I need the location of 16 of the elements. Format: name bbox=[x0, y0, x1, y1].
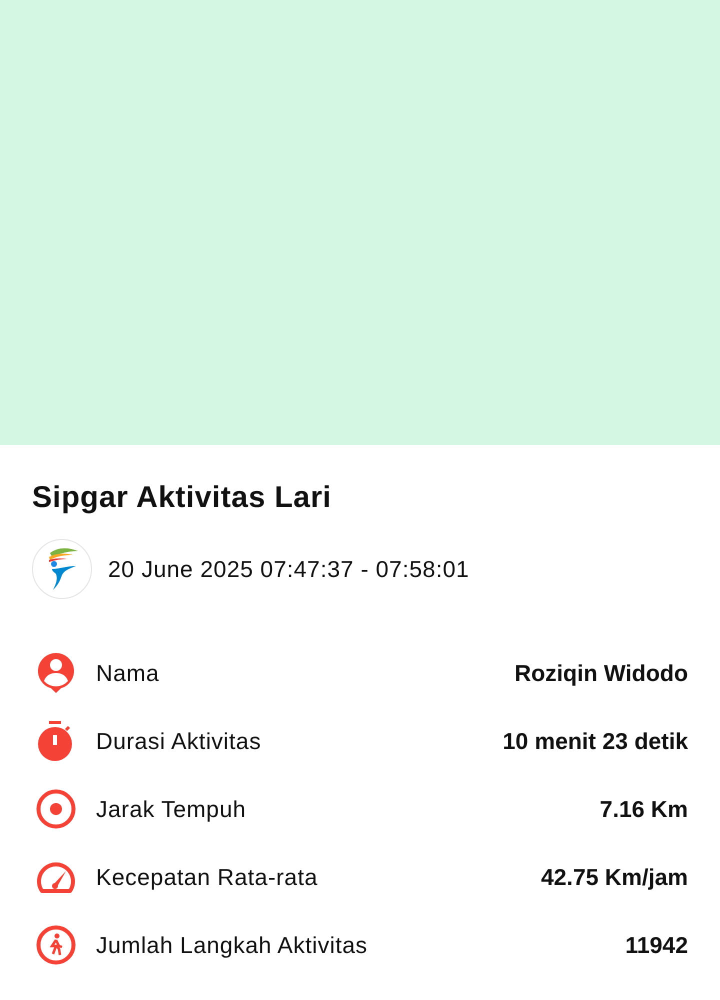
stat-value: 10 menit 23 detik bbox=[502, 728, 688, 754]
stat-value: 11942 bbox=[625, 932, 688, 958]
stat-value: 7.16 Km bbox=[600, 796, 688, 822]
app-logo bbox=[32, 539, 92, 599]
stat-label: Kecepatan Rata-rata bbox=[96, 864, 319, 890]
stat-label: Nama bbox=[96, 660, 160, 686]
stat-label: Jumlah Langkah Aktivitas bbox=[96, 932, 369, 958]
activity-time-range: 20 June 2025 07:47:37 - 07:58:01 bbox=[108, 556, 470, 582]
target-icon bbox=[36, 789, 76, 829]
walking-icon bbox=[36, 925, 76, 965]
stat-value: Roziqin Widodo bbox=[514, 660, 688, 686]
stat-label: Durasi Aktivitas bbox=[96, 728, 262, 754]
stat-value: 42.75 Km/jam bbox=[540, 864, 688, 890]
stat-label: Jarak Tempuh bbox=[96, 796, 248, 822]
person-pin-icon bbox=[36, 652, 76, 694]
page-title: Sipgar Aktivitas Lari bbox=[31, 480, 332, 516]
